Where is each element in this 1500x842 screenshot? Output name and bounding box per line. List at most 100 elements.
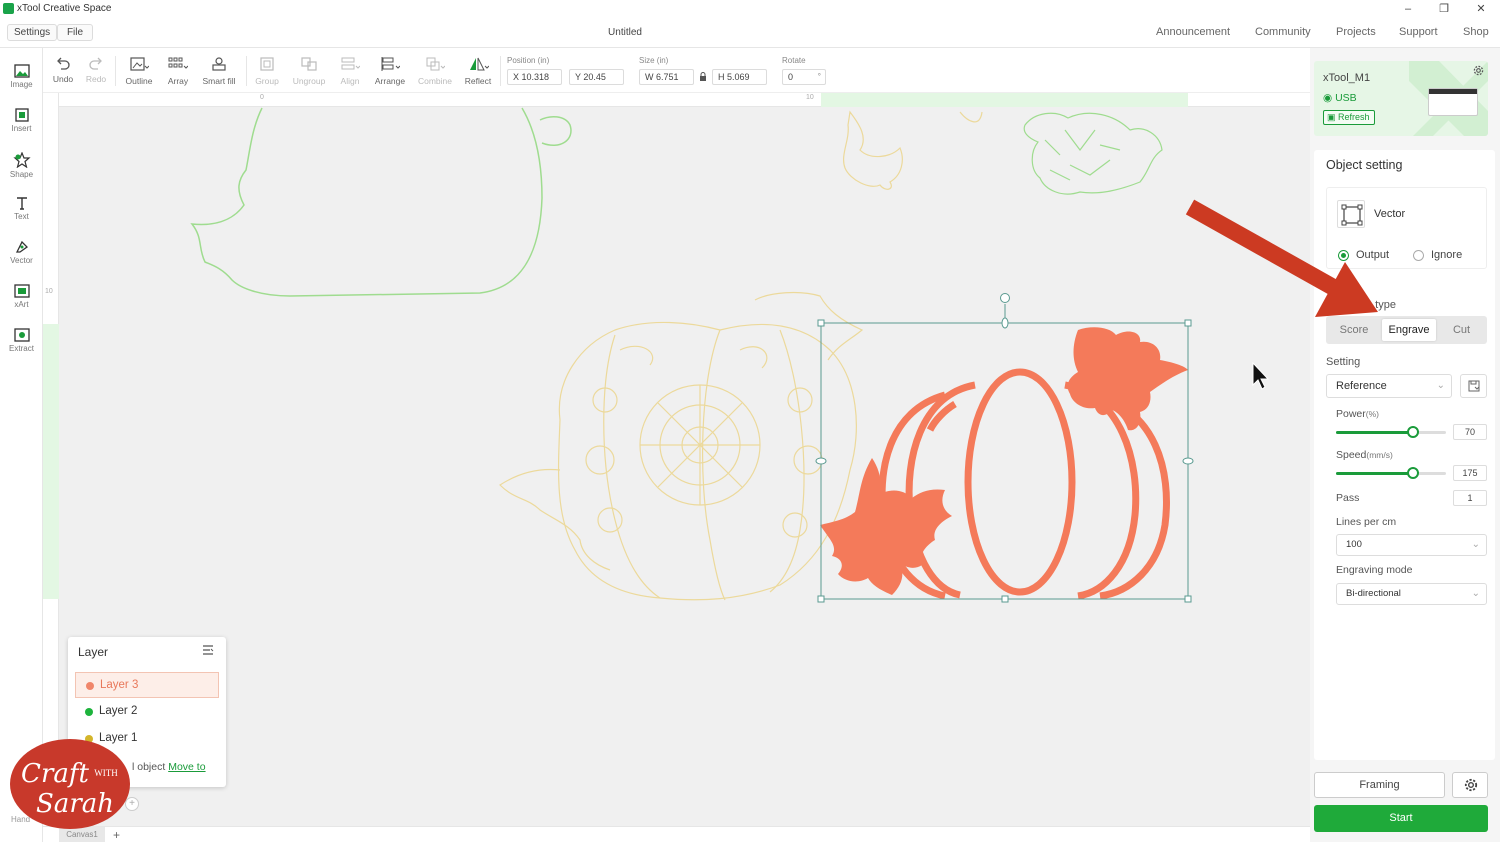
- device-name: xTool_M1: [1323, 72, 1371, 84]
- processing-type-cut[interactable]: Cut: [1439, 319, 1484, 341]
- redo-button[interactable]: Redo: [76, 56, 116, 84]
- ruler-selection-highlight: [43, 324, 59, 599]
- align-icon: [341, 57, 360, 70]
- power-label-text: Power: [1336, 408, 1366, 420]
- file-menu-button[interactable]: File: [57, 24, 93, 41]
- processing-type-engrave[interactable]: Engrave: [1382, 319, 1436, 341]
- lines-per-cm-label: Lines per cm: [1336, 516, 1397, 528]
- align-button[interactable]: Align: [330, 56, 370, 86]
- speed-unit: (mm/s): [1366, 450, 1393, 460]
- speed-slider-knob[interactable]: [1407, 467, 1419, 479]
- minimize-icon[interactable]: –: [1398, 1, 1418, 17]
- setting-select[interactable]: Reference ⌄: [1326, 374, 1452, 398]
- processing-type-selector: Score Engrave Cut: [1326, 316, 1487, 344]
- output-radio-label[interactable]: Output: [1356, 249, 1389, 261]
- device-connection-label: USB: [1335, 92, 1357, 104]
- device-settings-gear-icon[interactable]: [1473, 65, 1484, 76]
- layer1-leaf-outline: [843, 110, 983, 190]
- power-input[interactable]: 70: [1453, 424, 1487, 440]
- position-y-input[interactable]: Y 20.45: [569, 69, 624, 85]
- nav-announcement[interactable]: Announcement: [1156, 26, 1230, 38]
- nav-support[interactable]: Support: [1399, 26, 1438, 38]
- start-button[interactable]: Start: [1314, 805, 1488, 832]
- tool-image-label: Image: [10, 80, 33, 89]
- usb-icon: ◉: [1323, 92, 1333, 104]
- tool-image[interactable]: Image: [0, 56, 43, 96]
- tool-text[interactable]: Text: [0, 188, 43, 228]
- tool-vector-label: Vector: [10, 256, 33, 265]
- rotate-label: Rotate: [782, 56, 806, 65]
- group-button[interactable]: Group: [247, 56, 287, 86]
- power-slider-knob[interactable]: [1407, 426, 1419, 438]
- reflect-icon: [470, 57, 489, 71]
- process-settings-button[interactable]: [1452, 772, 1488, 798]
- toolbar-divider: [500, 56, 501, 86]
- object-setting-title: Object setting: [1326, 158, 1403, 172]
- chevron-down-icon: ⌄: [1436, 380, 1445, 391]
- refresh-button[interactable]: ▣ Refresh: [1323, 110, 1375, 125]
- app-logo-icon: [3, 3, 14, 14]
- size-w-input[interactable]: W 6.751: [639, 69, 694, 85]
- arrange-button[interactable]: Arrange: [370, 56, 410, 86]
- layer-menu-icon[interactable]: [202, 645, 214, 655]
- outline-icon: [130, 57, 149, 71]
- layer-row-layer2[interactable]: Layer 2: [75, 699, 219, 725]
- save-icon: [1468, 380, 1480, 392]
- layer2-leaf-outline: [1023, 112, 1163, 195]
- tool-extract-label: Extract: [9, 344, 34, 353]
- ignore-radio-label[interactable]: Ignore: [1431, 249, 1462, 261]
- lines-per-cm-select[interactable]: 100 ⌄: [1336, 534, 1487, 556]
- tool-text-label: Text: [14, 212, 29, 221]
- power-slider[interactable]: [1336, 426, 1446, 438]
- lock-ratio-icon[interactable]: [699, 72, 707, 82]
- nav-community[interactable]: Community: [1255, 26, 1311, 38]
- left-toolbar: Image Insert Shape Text Vector xArt Extr…: [0, 48, 43, 842]
- group-label: Group: [255, 76, 279, 86]
- settings-menu-button[interactable]: Settings: [7, 24, 58, 41]
- engraving-mode-select[interactable]: Bi-directional ⌄: [1336, 583, 1487, 605]
- layer-name: Layer 3: [100, 679, 139, 691]
- tool-insert[interactable]: Insert: [0, 100, 43, 140]
- position-x-input[interactable]: X 10.318: [507, 69, 562, 85]
- restore-icon[interactable]: ❐: [1434, 1, 1454, 17]
- combine-button[interactable]: Combine: [415, 56, 455, 86]
- move-to-link[interactable]: Move to: [168, 761, 205, 773]
- speed-input[interactable]: 175: [1453, 465, 1487, 481]
- undo-icon: [57, 57, 70, 70]
- ignore-radio[interactable]: [1413, 250, 1424, 261]
- speed-label: Speed(mm/s): [1336, 449, 1393, 461]
- design-canvas[interactable]: [59, 107, 1310, 826]
- gear-icon: [1464, 778, 1478, 792]
- save-setting-button[interactable]: [1460, 374, 1487, 398]
- array-button[interactable]: Array: [158, 56, 198, 86]
- shape-icon: [12, 152, 31, 168]
- processing-type-score[interactable]: Score: [1330, 319, 1378, 341]
- nav-shop[interactable]: Shop: [1463, 26, 1489, 38]
- tool-extract[interactable]: Extract: [0, 320, 43, 360]
- size-h-input[interactable]: H 5.069: [712, 69, 767, 85]
- layer-name: Layer 2: [99, 705, 138, 717]
- rotate-input[interactable]: 0 °: [782, 69, 826, 85]
- reflect-label: Reflect: [464, 76, 492, 86]
- reflect-button[interactable]: Reflect: [458, 56, 498, 86]
- speed-slider[interactable]: [1336, 467, 1446, 479]
- layer-row-layer3[interactable]: Layer 3: [75, 672, 219, 698]
- tool-shape[interactable]: Shape: [0, 144, 43, 184]
- object-type-label: Vector: [1374, 208, 1406, 220]
- framing-button[interactable]: Framing: [1314, 772, 1445, 798]
- smart-fill-button[interactable]: Smart fill: [199, 56, 239, 86]
- ungroup-button[interactable]: Ungroup: [289, 56, 329, 86]
- pass-input[interactable]: 1: [1453, 490, 1487, 506]
- menu-bar: Settings File Untitled Announcement Comm…: [0, 18, 1500, 48]
- tool-vector[interactable]: Vector: [0, 232, 43, 272]
- setting-label: Setting: [1326, 356, 1361, 368]
- device-card[interactable]: xTool_M1 ◉ USB ▣ Refresh: [1314, 61, 1488, 136]
- output-radio[interactable]: [1338, 250, 1349, 261]
- group-icon: [260, 57, 274, 71]
- redo-icon: [89, 57, 102, 70]
- close-icon[interactable]: ✕: [1471, 1, 1491, 17]
- tool-xart[interactable]: xArt: [0, 276, 43, 316]
- tool-insert-label: Insert: [11, 124, 32, 133]
- nav-projects[interactable]: Projects: [1336, 26, 1376, 38]
- outline-button[interactable]: Outline: [119, 56, 159, 86]
